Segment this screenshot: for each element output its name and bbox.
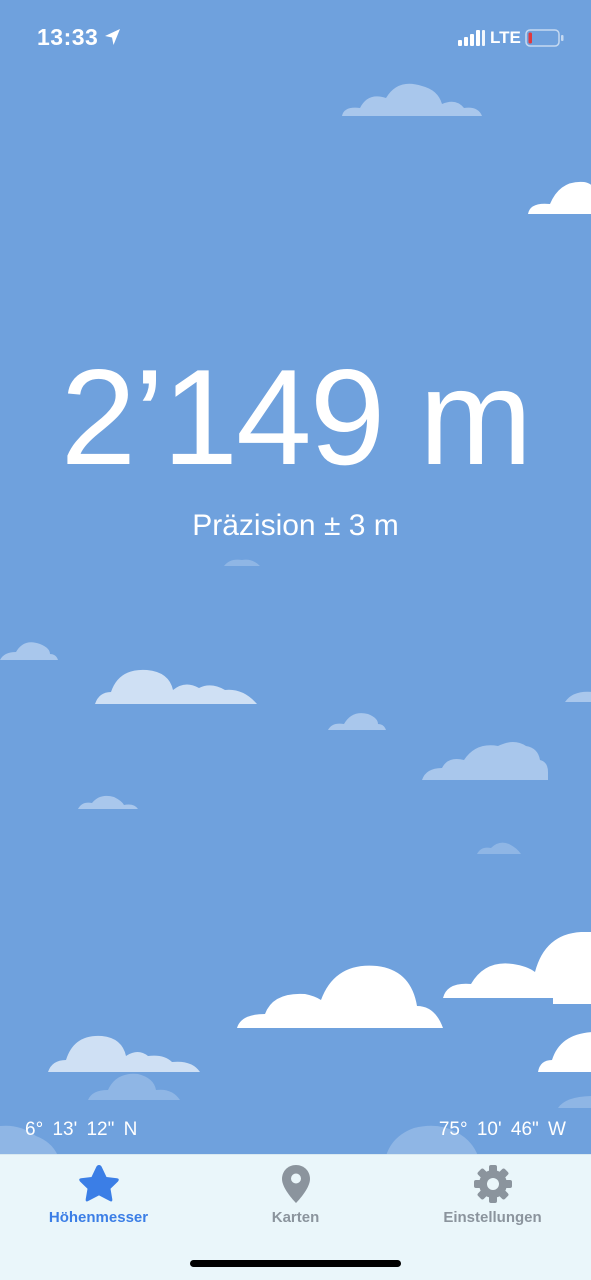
status-bar: 13:33 LTE <box>0 0 591 76</box>
cloud-decoration <box>224 559 260 566</box>
latitude-label: 6° 13' 12" N <box>25 1119 138 1140</box>
cloud-decoration <box>443 932 591 1004</box>
status-time: 13:33 <box>37 24 99 50</box>
cloud-decoration <box>538 1032 591 1072</box>
location-arrow-icon <box>105 29 120 45</box>
cloud-decoration <box>0 642 58 660</box>
cloud-decoration <box>342 83 482 116</box>
tab-settings[interactable]: Einstellungen <box>394 1155 591 1245</box>
cloud-decoration <box>88 1073 180 1100</box>
cloud-decoration <box>558 1096 591 1108</box>
cloud-decoration <box>477 842 521 854</box>
cloud-decoration <box>422 742 548 780</box>
altitude-value: 2’149 m <box>60 341 533 493</box>
altimeter-screen: 13:33 LTE 2’149 m Präzision ± 3 m 6° 13'… <box>0 0 591 1280</box>
precision-label: Präzision ± 3 m <box>192 509 399 542</box>
network-type-label: LTE <box>490 28 521 47</box>
gear-icon <box>473 1165 512 1203</box>
cloud-decoration <box>78 795 138 809</box>
tab-altimeter[interactable]: Höhenmesser <box>0 1155 197 1245</box>
tab-maps[interactable]: Karten <box>197 1155 394 1245</box>
cloud-decoration <box>528 181 591 214</box>
cloud-decoration <box>328 713 386 730</box>
tab-altimeter-label: Höhenmesser <box>48 1209 149 1226</box>
cloud-decoration <box>95 669 257 704</box>
signal-strength-icon <box>458 30 485 46</box>
cloud-decoration <box>237 965 443 1028</box>
longitude-label: 75° 10' 46" W <box>438 1119 566 1140</box>
cloud-decoration <box>565 691 591 702</box>
map-pin-icon <box>281 1165 310 1203</box>
battery-icon <box>525 29 564 47</box>
tab-settings-label: Einstellungen <box>443 1209 542 1226</box>
star-icon <box>78 1165 119 1202</box>
tab-maps-label: Karten <box>271 1209 320 1226</box>
home-indicator[interactable] <box>190 1260 401 1267</box>
